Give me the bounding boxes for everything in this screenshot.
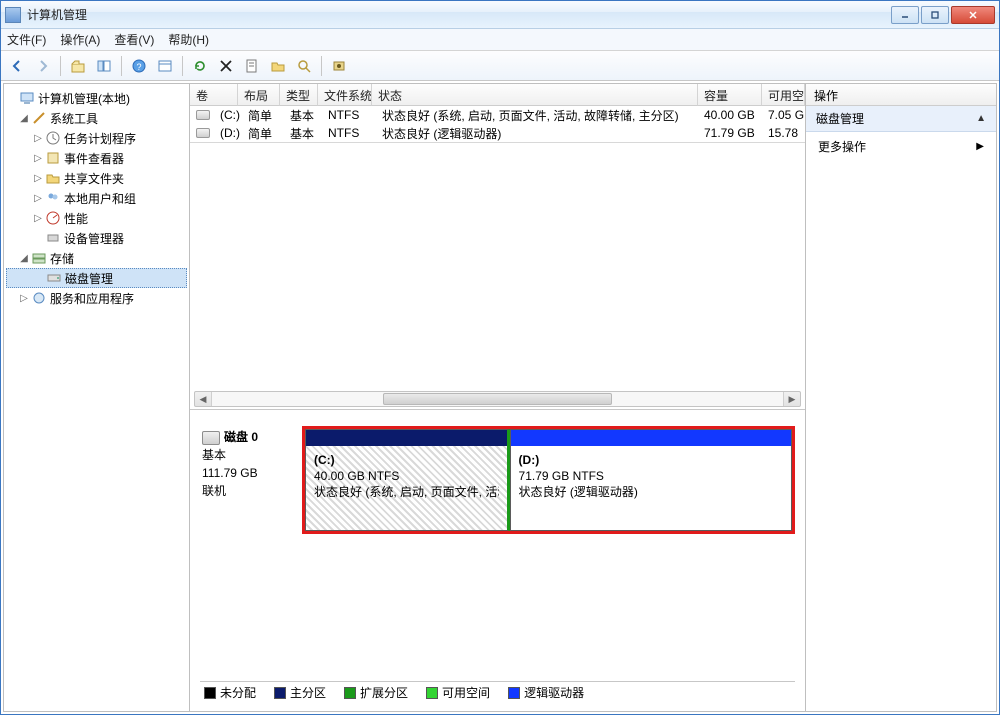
event-icon xyxy=(45,150,61,166)
tree-event-viewer[interactable]: ▷ 事件查看器 xyxy=(6,148,187,168)
delete-icon[interactable] xyxy=(214,54,238,78)
actions-more[interactable]: 更多操作 ▶ xyxy=(806,132,996,161)
disk-icon xyxy=(202,431,220,445)
disk-partitions: (C:) 40.00 GB NTFS 状态良好 (系统, 启动, 页面文件, 活… xyxy=(302,426,795,534)
tree-device-manager[interactable]: 设备管理器 xyxy=(6,228,187,248)
tree-system-tools[interactable]: ◢ 系统工具 xyxy=(6,108,187,128)
tree-local-users[interactable]: ▷ 本地用户和组 xyxy=(6,188,187,208)
scroll-right-icon[interactable]: ▶ xyxy=(784,392,800,406)
svg-text:?: ? xyxy=(136,62,141,72)
col-status[interactable]: 状态 xyxy=(372,84,698,106)
tree-task-scheduler[interactable]: ▷ 任务计划程序 xyxy=(6,128,187,148)
horizontal-scrollbar[interactable]: ◀ ▶ xyxy=(194,391,801,407)
forward-button[interactable] xyxy=(31,54,55,78)
volume-list-spacer: ◀ ▶ xyxy=(190,142,805,409)
expand-icon[interactable]: ▷ xyxy=(32,213,44,224)
expand-icon[interactable]: ▷ xyxy=(18,293,30,304)
disk-row: 磁盘 0 基本 111.79 GB 联机 (C:) 40.00 GB NTFS xyxy=(200,426,795,534)
find-icon[interactable] xyxy=(292,54,316,78)
tree-shared-folders[interactable]: ▷ 共享文件夹 xyxy=(6,168,187,188)
menubar: 文件(F) 操作(A) 查看(V) 帮助(H) xyxy=(1,29,999,51)
partition-c[interactable]: (C:) 40.00 GB NTFS 状态良好 (系统, 启动, 页面文件, 活… xyxy=(305,429,510,531)
graphical-wrap: ◀ ▶ 磁盘 0 基本 111.79 GB 联机 xyxy=(190,142,805,711)
scroll-left-icon[interactable]: ◀ xyxy=(195,392,211,406)
col-capacity[interactable]: 容量 xyxy=(698,84,762,106)
volume-rows: (C:) 简单 基本 NTFS 状态良好 (系统, 启动, 页面文件, 活动, … xyxy=(190,106,805,142)
window-root: 计算机管理 文件(F) 操作(A) 查看(V) 帮助(H) ? xyxy=(0,0,1000,715)
titlebar: 计算机管理 xyxy=(1,1,999,29)
expand-icon[interactable]: ▷ xyxy=(32,193,44,204)
maximize-button[interactable] xyxy=(921,6,949,24)
chevron-right-icon: ▶ xyxy=(976,141,984,152)
window-title: 计算机管理 xyxy=(27,6,891,23)
perf-icon xyxy=(45,210,61,226)
device-icon xyxy=(45,230,61,246)
app-icon xyxy=(5,7,21,23)
col-layout[interactable]: 布局 xyxy=(238,84,280,106)
menu-view[interactable]: 查看(V) xyxy=(114,31,154,48)
refresh-icon[interactable] xyxy=(188,54,212,78)
actions-pane: 操作 磁盘管理 ▲ 更多操作 ▶ xyxy=(806,84,996,711)
col-volume[interactable]: 卷 xyxy=(190,84,238,106)
expand-icon[interactable]: ▷ xyxy=(32,133,44,144)
volume-row[interactable]: (D:) 简单 基本 NTFS 状态良好 (逻辑驱动器) 71.79 GB 15… xyxy=(190,124,805,142)
disk-info[interactable]: 磁盘 0 基本 111.79 GB 联机 xyxy=(200,426,302,534)
col-filesystem[interactable]: 文件系统 xyxy=(318,84,372,106)
help-icon[interactable]: ? xyxy=(127,54,151,78)
toolbar: ? xyxy=(1,51,999,81)
collapse-icon[interactable]: ▲ xyxy=(976,113,986,124)
collapse-icon[interactable]: ◢ xyxy=(18,113,30,124)
legend: 未分配 主分区 扩展分区 可用空间 逻辑驱动器 xyxy=(200,681,795,703)
content: 计算机管理(本地) ◢ 系统工具 ▷ 任务计划程序 ▷ 事件查看器 ▷ 共享文件… xyxy=(3,83,997,712)
storage-icon xyxy=(31,250,47,266)
actions-header: 操作 xyxy=(806,84,996,106)
center-pane: 卷 布局 类型 文件系统 状态 容量 可用空 (C:) 简单 基本 NTFS 状… xyxy=(190,84,806,711)
scroll-track[interactable] xyxy=(211,392,784,406)
nav-tree: 计算机管理(本地) ◢ 系统工具 ▷ 任务计划程序 ▷ 事件查看器 ▷ 共享文件… xyxy=(4,84,190,711)
close-button[interactable] xyxy=(951,6,995,24)
menu-help[interactable]: 帮助(H) xyxy=(168,31,209,48)
col-free[interactable]: 可用空 xyxy=(762,84,805,106)
tree-services-apps[interactable]: ▷ 服务和应用程序 xyxy=(6,288,187,308)
tree-performance[interactable]: ▷ 性能 xyxy=(6,208,187,228)
view-settings-icon[interactable] xyxy=(153,54,177,78)
expand-icon[interactable]: ▷ xyxy=(32,153,44,164)
folder-share-icon xyxy=(45,170,61,186)
actions-section[interactable]: 磁盘管理 ▲ xyxy=(806,106,996,132)
extra-icon[interactable] xyxy=(327,54,351,78)
up-icon[interactable] xyxy=(66,54,90,78)
scroll-thumb[interactable] xyxy=(383,393,611,405)
disk-icon xyxy=(46,270,62,286)
open-icon[interactable] xyxy=(266,54,290,78)
services-icon xyxy=(31,290,47,306)
partition-d[interactable]: (D:) 71.79 GB NTFS 状态良好 (逻辑驱动器) xyxy=(510,429,792,531)
minimize-button[interactable] xyxy=(891,6,919,24)
col-type[interactable]: 类型 xyxy=(280,84,318,106)
disk-graph-area: 磁盘 0 基本 111.79 GB 联机 (C:) 40.00 GB NTFS xyxy=(190,409,805,711)
tools-icon xyxy=(31,110,47,126)
tree-storage[interactable]: ◢ 存储 xyxy=(6,248,187,268)
drive-icon xyxy=(196,110,210,120)
back-button[interactable] xyxy=(5,54,29,78)
partition-header xyxy=(306,430,507,446)
computer-icon xyxy=(19,90,35,106)
volume-row[interactable]: (C:) 简单 基本 NTFS 状态良好 (系统, 启动, 页面文件, 活动, … xyxy=(190,106,805,124)
clock-icon xyxy=(45,130,61,146)
properties-icon[interactable] xyxy=(240,54,264,78)
expand-icon[interactable]: ▷ xyxy=(32,173,44,184)
tree-disk-management[interactable]: 磁盘管理 xyxy=(6,268,187,288)
users-icon xyxy=(45,190,61,206)
partition-header xyxy=(511,430,791,446)
drive-icon xyxy=(196,128,210,138)
menu-action[interactable]: 操作(A) xyxy=(60,31,100,48)
collapse-icon[interactable]: ◢ xyxy=(18,253,30,264)
menu-file[interactable]: 文件(F) xyxy=(7,31,46,48)
tree-root[interactable]: 计算机管理(本地) xyxy=(6,88,187,108)
volume-header: 卷 布局 类型 文件系统 状态 容量 可用空 xyxy=(190,84,805,106)
window-buttons xyxy=(891,6,995,24)
console-tree-icon[interactable] xyxy=(92,54,116,78)
